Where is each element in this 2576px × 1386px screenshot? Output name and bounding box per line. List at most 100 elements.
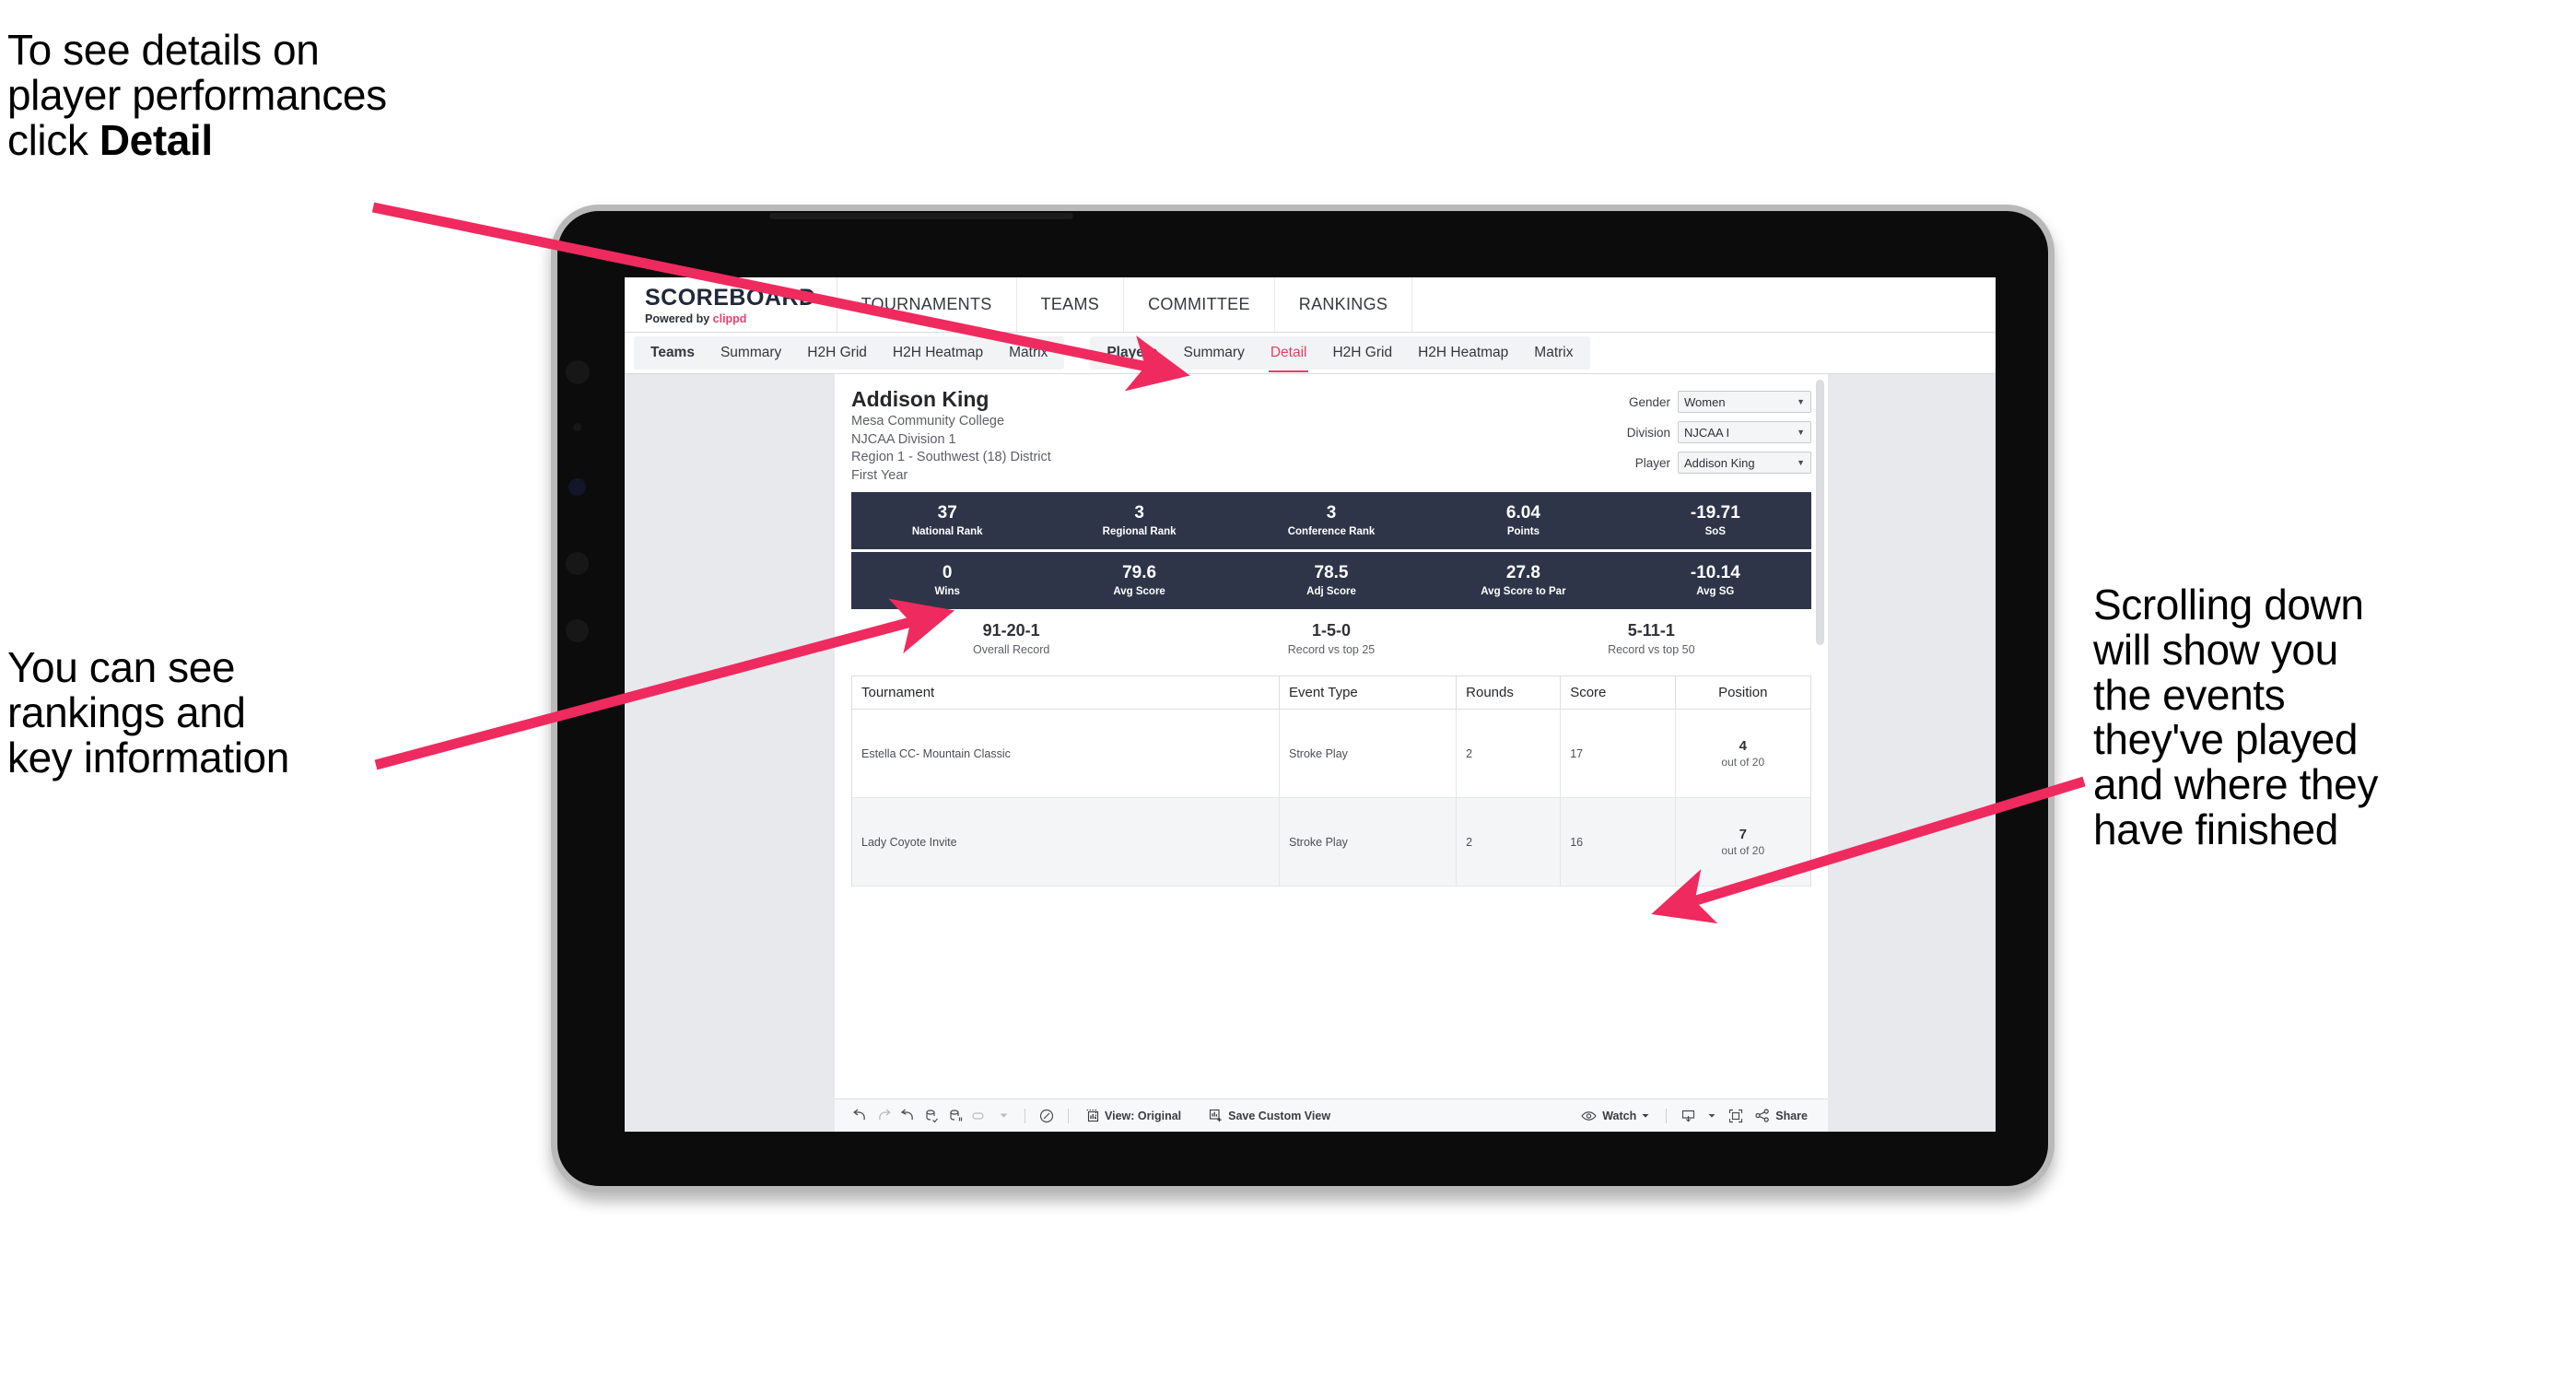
stat-value: -10.14 bbox=[1690, 563, 1740, 583]
stat-label: Regional Rank bbox=[1102, 526, 1177, 538]
record-label: Record vs top 50 bbox=[1608, 643, 1695, 657]
division-select[interactable]: NJCAA I ▼ bbox=[1678, 421, 1811, 443]
filter-player: Player Addison King ▼ bbox=[1598, 452, 1811, 474]
brand-clippd: clippd bbox=[712, 311, 747, 325]
brand-logo: SCOREBOARD Powered by clippd bbox=[625, 277, 837, 332]
tabgroup-teams: Teams Summary H2H Grid H2H Heatmap Matri… bbox=[634, 336, 1065, 370]
column-header-score[interactable]: Score bbox=[1560, 676, 1676, 711]
filter-division: Division NJCAA I ▼ bbox=[1598, 421, 1811, 443]
table-row[interactable]: Lady Coyote Invite Stroke Play 2 16 7 ou… bbox=[852, 797, 1810, 887]
watch-button[interactable]: Watch bbox=[1574, 1110, 1657, 1122]
table-row[interactable]: Estella CC- Mountain Classic Stroke Play… bbox=[852, 709, 1810, 799]
slide-canvas: To see details on player performances cl… bbox=[0, 0, 2576, 1386]
left-gutter bbox=[625, 374, 835, 1132]
save-custom-view-button[interactable]: Save Custom View bbox=[1201, 1109, 1338, 1122]
cell-position: 4 out of 20 bbox=[1675, 709, 1810, 799]
column-header-event-type[interactable]: Event Type bbox=[1279, 676, 1458, 711]
stat-value: 79.6 bbox=[1122, 563, 1157, 583]
pause-auto-update-icon[interactable] bbox=[1035, 1105, 1059, 1127]
tab-players-summary[interactable]: Summary bbox=[1171, 336, 1258, 370]
device-speaker bbox=[769, 213, 1073, 219]
annotation-scrolling: Scrolling down will show you the events … bbox=[2093, 581, 2378, 853]
bottom-toolbar: View: Original Save Custom View Watch Sh… bbox=[835, 1098, 1828, 1132]
record-vs-top-25: 1-5-0 Record vs top 25 bbox=[1171, 621, 1491, 656]
record-overall: 91-20-1 Overall Record bbox=[851, 621, 1171, 656]
pause-data-icon[interactable] bbox=[943, 1105, 967, 1127]
stat-sos: -19.71 SoS bbox=[1620, 503, 1811, 537]
stat-avg-score-to-par: 27.8 Avg Score to Par bbox=[1427, 563, 1619, 597]
share-button[interactable]: Share bbox=[1748, 1109, 1815, 1122]
position-rank: 7 bbox=[1739, 827, 1747, 843]
nav-item-committee[interactable]: COMMITTEE bbox=[1124, 277, 1275, 332]
tab-players-h2h-grid[interactable]: H2H Grid bbox=[1319, 336, 1405, 370]
stat-value: 3 bbox=[1134, 503, 1144, 523]
column-header-tournament[interactable]: Tournament bbox=[852, 676, 1280, 711]
refresh-data-icon[interactable] bbox=[919, 1105, 943, 1127]
nav-item-teams[interactable]: TEAMS bbox=[1017, 277, 1125, 332]
tab-players[interactable]: Players bbox=[1094, 336, 1170, 370]
stat-value: 78.5 bbox=[1314, 563, 1349, 583]
player-select-value: Addison King bbox=[1684, 455, 1755, 470]
tabgroup-players: Players Summary Detail H2H Grid H2H Heat… bbox=[1090, 336, 1590, 372]
stat-label: Adj Score bbox=[1306, 586, 1356, 598]
tab-teams-summary[interactable]: Summary bbox=[708, 336, 794, 370]
cell-tournament: Estella CC- Mountain Classic bbox=[852, 709, 1280, 799]
view-original-button[interactable]: View: Original bbox=[1078, 1109, 1188, 1122]
player-select[interactable]: Addison King ▼ bbox=[1678, 452, 1811, 474]
stat-avg-sg: -10.14 Avg SG bbox=[1620, 563, 1811, 597]
stats-band-scoring: 0 Wins 79.6 Avg Score 78.5 Adj Score 27.… bbox=[851, 552, 1811, 610]
toolbar-divider bbox=[1068, 1108, 1069, 1123]
eye-icon bbox=[1581, 1110, 1597, 1122]
gender-select[interactable]: Women ▼ bbox=[1678, 391, 1811, 413]
view-original-label: View: Original bbox=[1105, 1109, 1182, 1122]
tab-teams-h2h-heatmap[interactable]: H2H Heatmap bbox=[880, 336, 996, 370]
tab-teams[interactable]: Teams bbox=[638, 336, 708, 370]
brand-subtitle: Powered by clippd bbox=[645, 312, 816, 325]
position-rank: 4 bbox=[1739, 738, 1747, 755]
page-title: Addison King bbox=[851, 387, 989, 411]
cell-event-type: Stroke Play bbox=[1279, 797, 1458, 887]
record-label: Overall Record bbox=[972, 643, 1050, 657]
tablet-device-frame: SCOREBOARD Powered by clippd TOURNAMENTS… bbox=[551, 205, 2055, 1192]
filter-gender: Gender Women ▼ bbox=[1598, 391, 1811, 413]
chevron-down-icon[interactable] bbox=[991, 1105, 1015, 1127]
annotation-detail-bold: Detail bbox=[99, 115, 213, 164]
primary-nav: TOURNAMENTS TEAMS COMMITTEE RANKINGS bbox=[837, 277, 1413, 332]
redo-icon[interactable] bbox=[872, 1105, 896, 1127]
revert-icon[interactable] bbox=[896, 1105, 919, 1127]
tab-players-detail[interactable]: Detail bbox=[1258, 336, 1320, 372]
sensor-icon bbox=[573, 423, 581, 431]
column-header-position[interactable]: Position bbox=[1675, 676, 1810, 711]
tab-teams-matrix[interactable]: Matrix bbox=[996, 336, 1060, 370]
record-value: 91-20-1 bbox=[982, 621, 1040, 640]
camera-icon bbox=[566, 360, 590, 384]
pause-refresh-icon[interactable] bbox=[967, 1105, 991, 1127]
nav-item-rankings[interactable]: RANKINGS bbox=[1275, 277, 1413, 332]
fullscreen-icon[interactable] bbox=[1724, 1105, 1748, 1127]
column-header-rounds[interactable]: Rounds bbox=[1456, 676, 1562, 711]
stat-value: 3 bbox=[1326, 503, 1337, 523]
annotation-rankings: You can see rankings and key information bbox=[7, 643, 289, 781]
share-label: Share bbox=[1775, 1109, 1808, 1122]
stat-label: Avg Score bbox=[1113, 586, 1165, 598]
position-field-size: out of 20 bbox=[1721, 756, 1765, 769]
tab-players-h2h-heatmap[interactable]: H2H Heatmap bbox=[1405, 336, 1521, 370]
stat-wins: 0 Wins bbox=[851, 563, 1043, 597]
cell-rounds: 2 bbox=[1456, 797, 1562, 887]
records-band: 91-20-1 Overall Record 1-5-0 Record vs t… bbox=[851, 609, 1811, 669]
filter-player-label: Player bbox=[1634, 455, 1670, 470]
undo-icon[interactable] bbox=[848, 1105, 872, 1127]
cell-tournament: Lady Coyote Invite bbox=[852, 797, 1280, 887]
chevron-down-icon: ▼ bbox=[1797, 428, 1805, 437]
chevron-down-icon: ▼ bbox=[1797, 458, 1805, 467]
tab-teams-h2h-grid[interactable]: H2H Grid bbox=[794, 336, 880, 370]
stat-regional-rank: 3 Regional Rank bbox=[1043, 503, 1235, 538]
chevron-down-icon[interactable] bbox=[1700, 1105, 1724, 1127]
download-icon[interactable] bbox=[1676, 1105, 1700, 1127]
brand-powered-prefix: Powered by bbox=[645, 311, 713, 325]
nav-item-tournaments[interactable]: TOURNAMENTS bbox=[837, 277, 1017, 332]
right-gutter bbox=[1828, 374, 1996, 1132]
tab-players-matrix[interactable]: Matrix bbox=[1521, 336, 1586, 370]
stat-label: Conference Rank bbox=[1287, 526, 1376, 538]
stat-value: -19.71 bbox=[1690, 503, 1740, 523]
